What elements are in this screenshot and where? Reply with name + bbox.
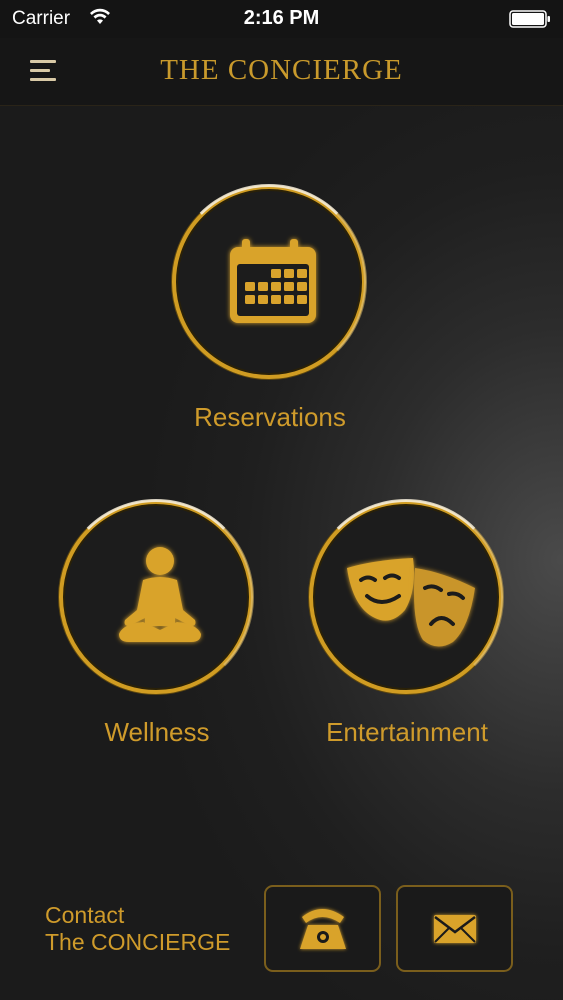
reservations-label: Reservations — [194, 402, 346, 432]
nav-header: THE CONCIERGE — [0, 38, 563, 106]
battery-icon — [509, 10, 550, 28]
reservations-ring — [171, 184, 367, 380]
app-screen: Carrier 2:16 PM THE CONCIERGE Reservatio… — [0, 0, 563, 1000]
theater-masks-icon — [347, 558, 475, 647]
entertainment-ring — [308, 499, 504, 695]
contact-concierge-text: Contact The CONCIERGE — [45, 902, 230, 956]
contact-line-2: The CONCIERGE — [45, 929, 231, 955]
calendar-icon — [230, 239, 316, 323]
call-concierge-button[interactable] — [264, 885, 381, 972]
status-time: 2:16 PM — [243, 7, 320, 29]
wellness-button[interactable]: Wellness — [57, 498, 257, 758]
entertainment-label: Entertainment — [326, 717, 488, 747]
email-concierge-button[interactable] — [396, 885, 513, 972]
app-title: THE CONCIERGE — [160, 54, 403, 86]
meditation-icon — [119, 547, 201, 642]
telephone-icon — [300, 909, 346, 949]
contact-line-1: Contact — [45, 902, 125, 928]
wellness-ring — [58, 499, 254, 695]
entertainment-button[interactable]: Entertainment — [307, 498, 507, 758]
wellness-label: Wellness — [104, 717, 210, 747]
status-bar: Carrier 2:16 PM — [0, 0, 563, 38]
reservations-button[interactable]: Reservations — [170, 183, 370, 443]
envelope-icon — [434, 915, 476, 943]
